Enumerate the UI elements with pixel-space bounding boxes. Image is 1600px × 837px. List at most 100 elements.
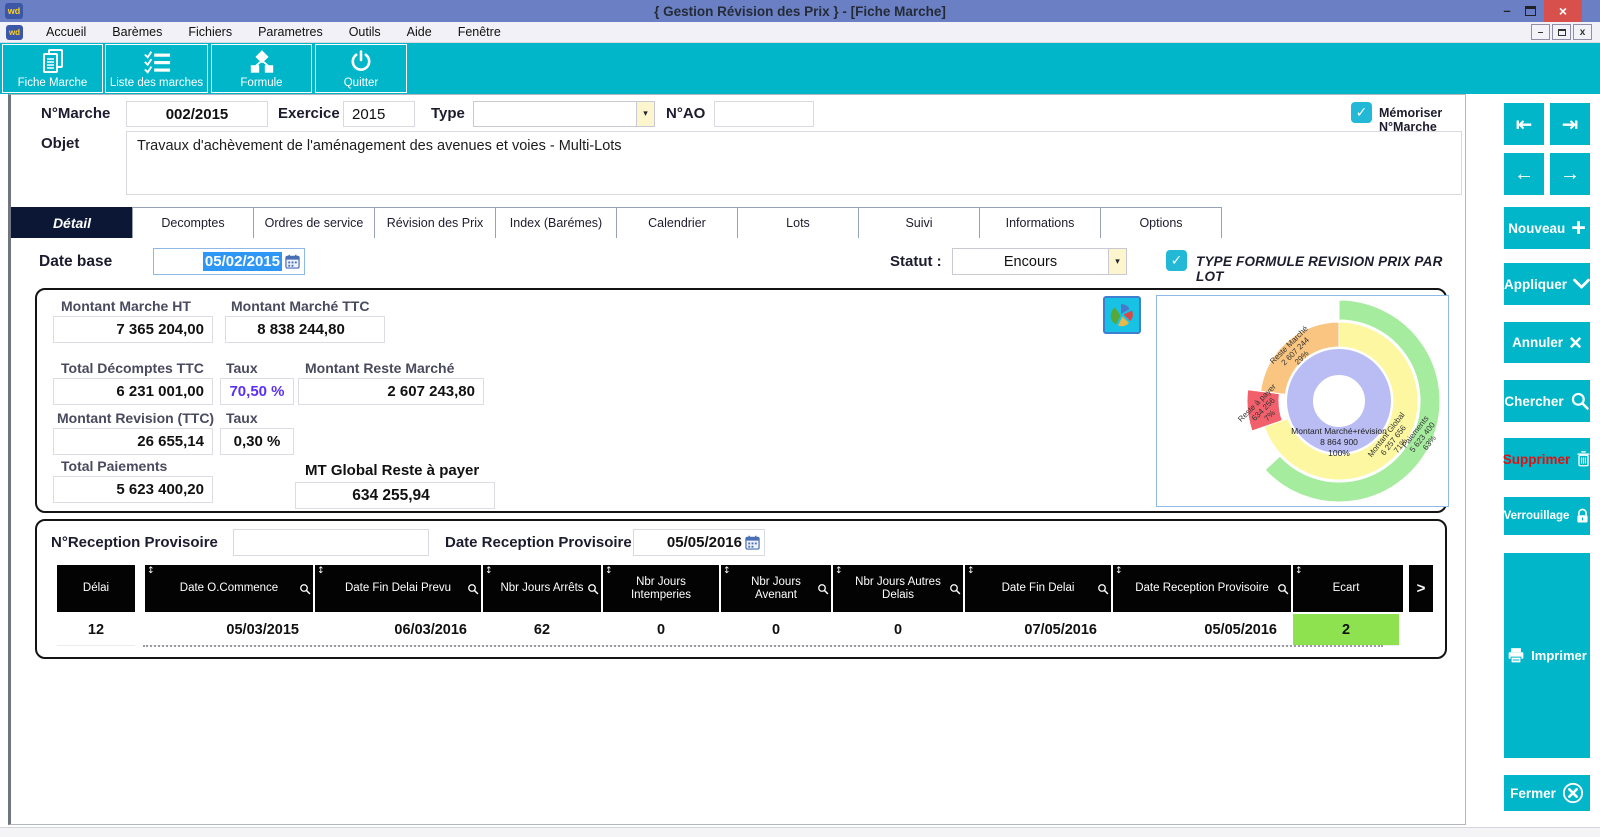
mmttc-value[interactable]: 8 838 244,80 bbox=[225, 316, 385, 343]
menu-item-outils[interactable]: Outils bbox=[336, 22, 394, 43]
mrm-value[interactable]: 2 607 243,80 bbox=[298, 378, 484, 405]
column-header-ecart[interactable]: ↕Ecart bbox=[1293, 565, 1399, 612]
column-header-date-reception-provisoire[interactable]: ↕Date Reception Provisoire bbox=[1113, 565, 1291, 612]
toolbar: Fiche Marche Liste des marches Formule Q… bbox=[0, 43, 1600, 94]
type-combobox[interactable]: ▾ bbox=[473, 101, 655, 127]
nav-next-button[interactable]: → bbox=[1550, 153, 1590, 195]
nav-last-button[interactable]: ⇥ bbox=[1550, 103, 1590, 145]
table-scroll-right-button[interactable]: > bbox=[1409, 565, 1433, 612]
toolbar-formule-button[interactable]: Formule bbox=[211, 44, 312, 93]
chercher-button[interactable]: Chercher bbox=[1504, 380, 1590, 422]
sort-icon[interactable]: ↕ bbox=[835, 565, 843, 578]
menu-item-aide[interactable]: Aide bbox=[394, 22, 445, 43]
chevron-down-icon[interactable]: ▾ bbox=[636, 102, 654, 126]
sort-icon[interactable]: ↕ bbox=[1295, 565, 1303, 578]
nav-first-button[interactable]: ⇤ bbox=[1504, 103, 1544, 145]
tp-value[interactable]: 5 623 400,20 bbox=[53, 476, 213, 503]
menu-item-accueil[interactable]: Accueil bbox=[33, 22, 99, 43]
statut-value: Encours bbox=[953, 254, 1108, 270]
sort-icon[interactable]: ↕ bbox=[317, 565, 325, 578]
tab-calendrier[interactable]: Calendrier bbox=[616, 207, 738, 238]
tab-detail[interactable]: Détail bbox=[11, 207, 133, 238]
search-icon[interactable] bbox=[1277, 583, 1289, 595]
search-icon[interactable] bbox=[299, 583, 311, 595]
menu-item-parametres[interactable]: Parametres bbox=[245, 22, 336, 43]
column-header-date-o-commence[interactable]: ↕Date O.Commence bbox=[145, 565, 313, 612]
mrev-value[interactable]: 26 655,14 bbox=[53, 428, 213, 455]
tab-index-baremes[interactable]: Index (Barémes) bbox=[495, 207, 617, 238]
nouveau-button[interactable]: Nouveau+ bbox=[1504, 207, 1590, 249]
calendar-icon[interactable] bbox=[285, 254, 300, 269]
column-header-d-lai[interactable]: Délai bbox=[57, 565, 135, 612]
fermer-button[interactable]: Fermer bbox=[1504, 775, 1590, 811]
appliquer-button[interactable]: Appliquer bbox=[1504, 263, 1590, 305]
tab-revision-des-prix[interactable]: Révision des Prix bbox=[374, 207, 496, 238]
sort-icon[interactable]: ↕ bbox=[485, 565, 493, 578]
close-button[interactable]: × bbox=[1544, 0, 1582, 22]
column-header-nbr-jours-avenant[interactable]: ↕Nbr Jours Avenant bbox=[721, 565, 831, 612]
tab-lots[interactable]: Lots bbox=[737, 207, 859, 238]
taux1-value[interactable]: 70,50 % bbox=[220, 378, 294, 405]
tab-decomptes[interactable]: Decomptes bbox=[132, 207, 254, 238]
menu-item-fenetre[interactable]: Fenêtre bbox=[445, 22, 514, 43]
statut-label: Statut : bbox=[890, 253, 942, 270]
status-strip bbox=[0, 827, 1600, 837]
marche-input[interactable]: 002/2015 bbox=[126, 101, 268, 127]
reception-num-input[interactable] bbox=[233, 529, 429, 556]
search-icon[interactable] bbox=[467, 583, 479, 595]
sort-icon[interactable]: ↕ bbox=[1115, 565, 1123, 578]
exercice-input[interactable]: 2015 bbox=[343, 101, 415, 127]
search-icon[interactable] bbox=[587, 583, 599, 595]
calendar-icon[interactable] bbox=[745, 535, 760, 550]
tdttc-value[interactable]: 6 231 001,00 bbox=[53, 378, 213, 405]
sort-icon[interactable]: ↕ bbox=[147, 565, 155, 578]
mdi-close-button[interactable]: x bbox=[1573, 24, 1592, 40]
tab-informations[interactable]: Informations bbox=[979, 207, 1101, 238]
date-base-input[interactable]: 05/02/2015 bbox=[153, 248, 305, 275]
search-icon[interactable] bbox=[1097, 583, 1109, 595]
toolbar-quitter-button[interactable]: Quitter bbox=[315, 44, 407, 93]
column-header-nbr-jours-intemperies[interactable]: ↕Nbr Jours Intemperies bbox=[603, 565, 719, 612]
search-icon[interactable] bbox=[949, 583, 961, 595]
supprimer-button[interactable]: Supprimer bbox=[1504, 438, 1590, 480]
table-cell: 12 bbox=[57, 614, 135, 646]
column-header-date-fin-delai-prevu[interactable]: ↕Date Fin Delai Prevu bbox=[315, 565, 481, 612]
type-formule-label: TYPE FORMULE REVISION PRIX PAR LOT bbox=[1196, 254, 1465, 284]
type-formule-checkbox[interactable]: ✓ bbox=[1166, 250, 1187, 271]
mtg-value[interactable]: 634 255,94 bbox=[295, 482, 495, 509]
verrouillage-button[interactable]: Verrouillage bbox=[1504, 497, 1590, 535]
table-hscrollbar[interactable] bbox=[143, 645, 1383, 647]
menu-item-fichiers[interactable]: Fichiers bbox=[175, 22, 245, 43]
table-row[interactable]: 1205/03/201506/03/20166200007/05/201605/… bbox=[57, 614, 1401, 646]
search-icon[interactable] bbox=[817, 583, 829, 595]
chevron-down-icon[interactable]: ▾ bbox=[1108, 249, 1126, 274]
restore-button[interactable] bbox=[1525, 6, 1536, 16]
menu-item-baremes[interactable]: Barèmes bbox=[99, 22, 175, 43]
toolbar-fiche-marche-button[interactable]: Fiche Marche bbox=[2, 44, 103, 93]
mmht-value[interactable]: 7 365 204,00 bbox=[53, 316, 213, 343]
column-header-nbr-jours-arr-ts[interactable]: ↕Nbr Jours Arrêts bbox=[483, 565, 601, 612]
column-header-nbr-jours-autres-delais[interactable]: ↕Nbr Jours Autres Delais bbox=[833, 565, 963, 612]
annuler-button[interactable]: Annuler× bbox=[1504, 322, 1590, 363]
column-header-date-fin-delai[interactable]: ↕Date Fin Delai bbox=[965, 565, 1111, 612]
reception-date-input[interactable]: 05/05/2016 bbox=[633, 529, 765, 556]
tab-options[interactable]: Options bbox=[1100, 207, 1222, 238]
tab-suivi[interactable]: Suivi bbox=[858, 207, 980, 238]
imprimer-button[interactable]: Imprimer bbox=[1504, 553, 1590, 758]
tab-ordres-de-service[interactable]: Ordres de service bbox=[253, 207, 375, 238]
taux2-value[interactable]: 0,30 % bbox=[220, 428, 294, 455]
nav-prev-button[interactable]: ← bbox=[1504, 153, 1544, 195]
sort-icon[interactable]: ↕ bbox=[967, 565, 975, 578]
minimize-button[interactable]: – bbox=[1497, 0, 1517, 22]
sort-icon[interactable]: ↕ bbox=[723, 565, 731, 578]
objet-input[interactable]: Travaux d'achèvement de l'aménagement de… bbox=[126, 131, 1462, 195]
statut-combobox[interactable]: Encours ▾ bbox=[952, 248, 1127, 275]
ao-input[interactable] bbox=[714, 101, 814, 127]
mdi-minimize-button[interactable]: – bbox=[1531, 24, 1550, 40]
memoriser-checkbox[interactable]: ✓ bbox=[1351, 102, 1372, 123]
mdi-restore-button[interactable] bbox=[1552, 24, 1571, 40]
x-icon: × bbox=[1569, 333, 1582, 353]
sort-icon[interactable]: ↕ bbox=[605, 565, 613, 578]
chart-icon-button[interactable] bbox=[1103, 296, 1141, 334]
toolbar-liste-marches-button[interactable]: Liste des marches bbox=[105, 44, 208, 93]
